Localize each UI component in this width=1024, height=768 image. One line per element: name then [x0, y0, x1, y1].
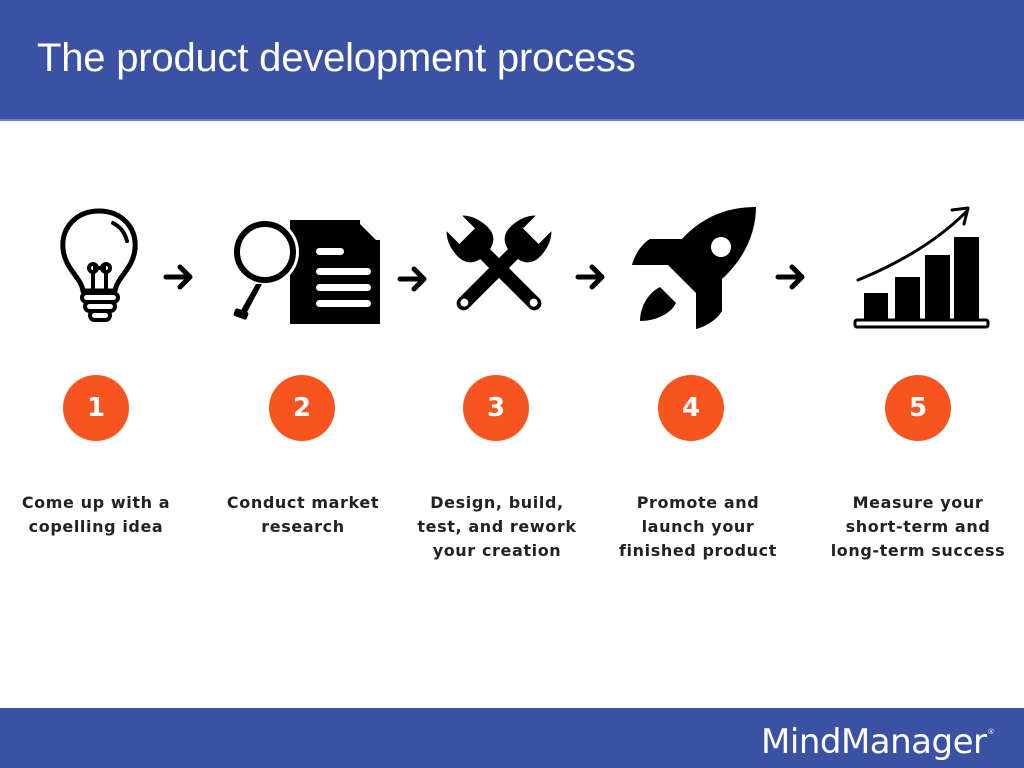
step-number-badge: 1	[63, 375, 129, 441]
magnifier-document-icon	[232, 218, 380, 324]
step-caption: Conduct market research	[203, 491, 403, 539]
caption-line: Conduct market	[226, 493, 380, 512]
page-title: The product development process	[37, 36, 636, 80]
logo-text: MindManager	[761, 722, 987, 762]
caption-line: Measure your	[852, 493, 984, 512]
caption-line: research	[261, 517, 345, 536]
step-number-badge: 2	[269, 375, 335, 441]
arrow-right-icon	[163, 264, 193, 290]
arrow-right-icon	[575, 264, 605, 290]
growth-bar-chart-icon	[853, 206, 990, 329]
caption-line: short-term and	[845, 517, 991, 536]
caption-line: launch your	[641, 517, 755, 536]
step-caption: Measure your short-term and long-term su…	[818, 491, 1018, 563]
step-caption: Design, build, test, and rework your cre…	[397, 491, 597, 563]
arrow-right-icon	[397, 266, 427, 292]
caption-line: Come up with a	[21, 493, 171, 512]
mindmanager-logo: MindManager®	[761, 722, 994, 762]
caption-line: Promote and	[636, 493, 760, 512]
caption-line: finished product	[618, 541, 778, 560]
lightbulb-icon	[60, 208, 138, 322]
step-number-badge: 5	[885, 375, 951, 441]
footer-banner: MindManager®	[0, 708, 1024, 768]
rocket-icon	[632, 207, 756, 329]
step-number-badge: 4	[658, 375, 724, 441]
caption-line: long-term success	[830, 541, 1006, 560]
step-caption: Come up with a copelling idea	[0, 491, 196, 539]
step-number-badge: 3	[463, 375, 529, 441]
caption-line: Design, build,	[430, 493, 564, 512]
caption-line: your creation	[432, 541, 562, 560]
step-caption: Promote and launch your finished product	[598, 491, 798, 563]
registered-mark: ®	[987, 728, 995, 736]
caption-line: test, and rework	[417, 517, 577, 536]
header-divider	[0, 119, 1024, 121]
arrow-right-icon	[775, 264, 805, 290]
header-banner: The product development process	[0, 0, 1024, 119]
crossed-wrenches-icon	[446, 215, 552, 311]
caption-line: copelling idea	[28, 517, 164, 536]
